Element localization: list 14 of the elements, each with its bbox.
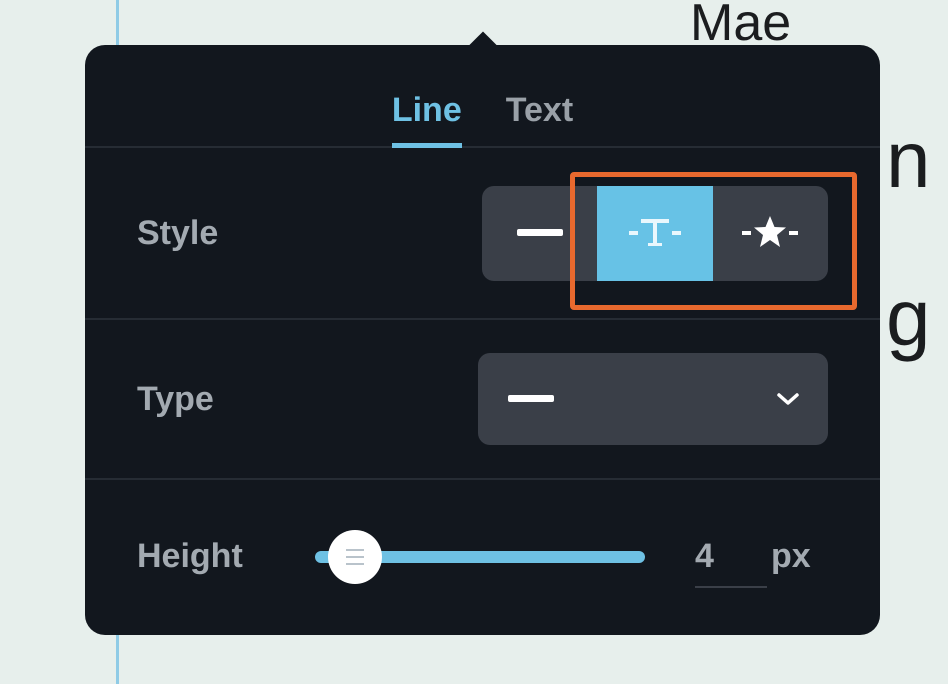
field-label: Style <box>137 214 220 252</box>
document-text: n <box>886 114 930 206</box>
chevron-icon <box>776 392 800 406</box>
tab[interactable]: Text <box>506 45 574 148</box>
tab[interactable]: Line <box>392 45 462 148</box>
height-input[interactable]: 4 <box>695 537 767 588</box>
field-label: Height <box>137 537 244 576</box>
document-text: g <box>886 272 930 364</box>
grip-icon <box>344 548 365 566</box>
field-label: Type <box>137 380 215 418</box>
height-slider[interactable] <box>315 530 645 584</box>
unit-label: px <box>771 537 811 576</box>
text-line-icon <box>628 217 681 249</box>
document-text: Mae <box>690 0 792 46</box>
